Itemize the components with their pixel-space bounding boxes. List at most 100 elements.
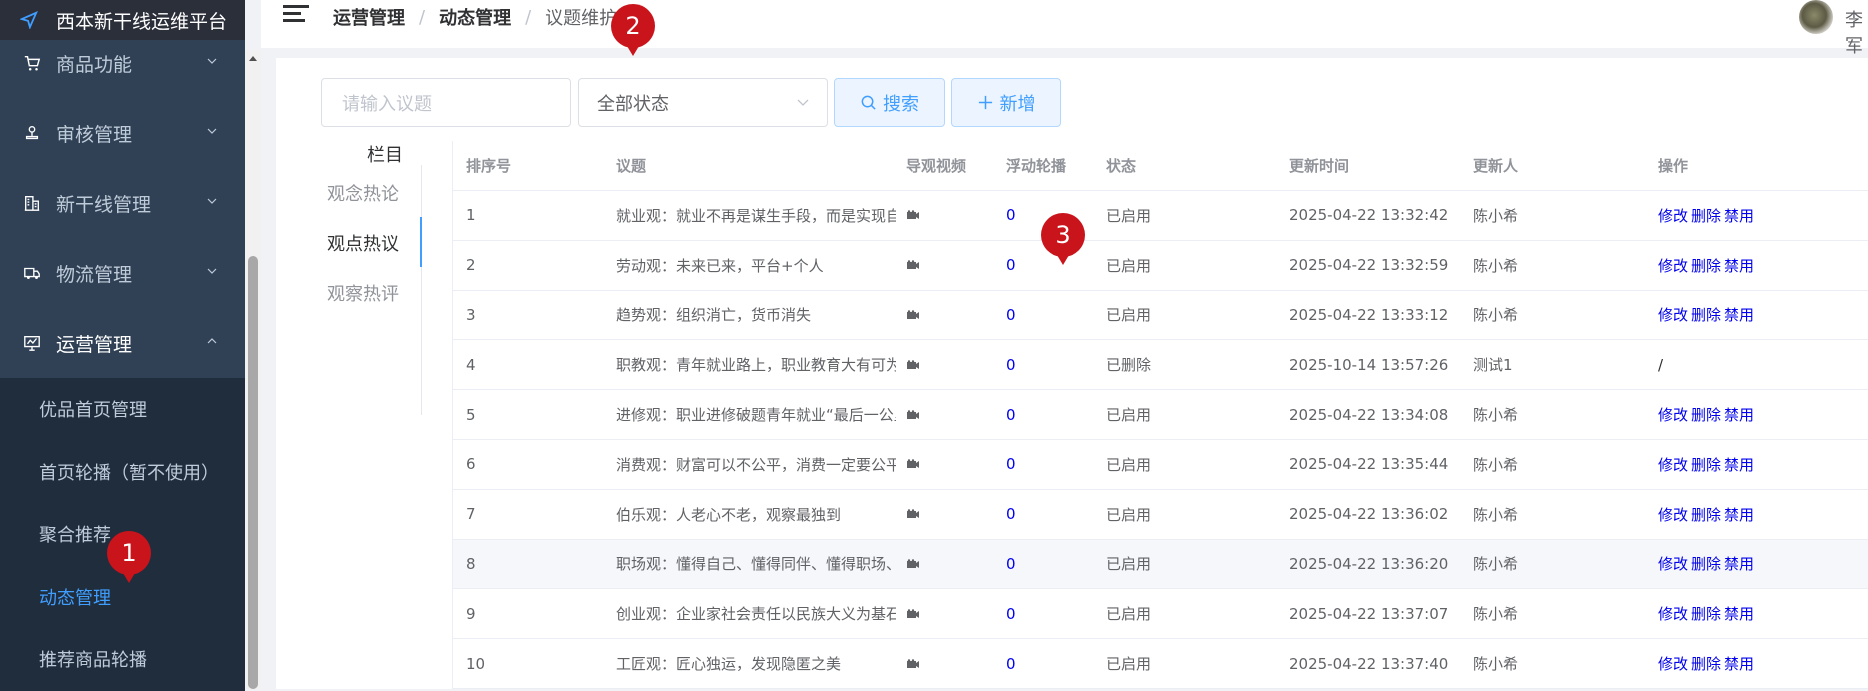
edit-link[interactable]: 修改 bbox=[1658, 605, 1688, 623]
carousel-count-link[interactable]: 0 bbox=[1006, 206, 1016, 224]
scrollbar-thumb[interactable] bbox=[248, 256, 258, 689]
delete-link[interactable]: 删除 bbox=[1691, 555, 1721, 573]
cell-video bbox=[901, 356, 1001, 374]
cell-actions: 修改 删除 禁用 bbox=[1653, 304, 1853, 325]
disable-link[interactable]: 禁用 bbox=[1724, 257, 1754, 275]
username[interactable]: 李军 bbox=[1845, 6, 1868, 58]
category-item[interactable]: 观察热评 bbox=[327, 280, 399, 306]
video-icon[interactable] bbox=[906, 505, 920, 519]
cell-carousel: 0 bbox=[1001, 505, 1101, 523]
sidebar-item-xingan[interactable]: 新干线管理 bbox=[0, 168, 245, 238]
video-icon[interactable] bbox=[906, 306, 920, 319]
disable-link[interactable]: 禁用 bbox=[1724, 655, 1754, 673]
video-icon[interactable] bbox=[906, 256, 920, 270]
cell-updater: 陈小希 bbox=[1473, 605, 1519, 624]
disable-link[interactable]: 禁用 bbox=[1724, 605, 1754, 623]
cell-title: 创业观：企业家社会责任以民族大义为基石 bbox=[616, 605, 896, 624]
cell-sort-no: 5 bbox=[466, 405, 476, 424]
carousel-count-link[interactable]: 0 bbox=[1006, 406, 1016, 424]
cell-update-time: 2025-04-22 13:33:12 bbox=[1289, 305, 1449, 324]
disable-link[interactable]: 禁用 bbox=[1724, 555, 1754, 573]
cell-updater: 陈小希 bbox=[1473, 455, 1519, 474]
edit-link[interactable]: 修改 bbox=[1658, 655, 1688, 673]
cell-update-time: 2025-04-22 13:35:44 bbox=[1289, 455, 1449, 474]
sidebar-scrollbar[interactable] bbox=[245, 50, 261, 689]
table-row: 10 工匠观：匠心独运，发现隐匿之美 0 已启用 2025-04-22 13:37:40… bbox=[453, 639, 1868, 689]
delete-link[interactable]: 删除 bbox=[1691, 605, 1721, 623]
carousel-count-link[interactable]: 0 bbox=[1006, 605, 1016, 623]
edit-link[interactable]: 修改 bbox=[1658, 257, 1688, 275]
video-icon[interactable] bbox=[906, 206, 920, 220]
cell-actions: 修改 删除 禁用 bbox=[1653, 504, 1853, 525]
cell-carousel: 0 bbox=[1001, 406, 1101, 424]
scroll-up-arrow-icon[interactable] bbox=[249, 56, 257, 61]
cell-sort-no: 8 bbox=[466, 554, 476, 573]
hamburger-icon[interactable] bbox=[283, 5, 309, 29]
cell-updater: 陈小希 bbox=[1473, 256, 1519, 275]
edit-link[interactable]: 修改 bbox=[1658, 555, 1688, 573]
edit-link[interactable]: 修改 bbox=[1658, 406, 1688, 424]
cell-status: 已启用 bbox=[1106, 455, 1152, 474]
sidebar-item-review[interactable]: 审核管理 bbox=[0, 98, 245, 168]
carousel-count-link[interactable]: 0 bbox=[1006, 455, 1016, 473]
status-select[interactable]: 全部状态 bbox=[578, 78, 828, 127]
video-icon[interactable] bbox=[906, 655, 920, 668]
carousel-count-link[interactable]: 0 bbox=[1006, 505, 1016, 523]
video-icon[interactable] bbox=[906, 455, 920, 469]
disable-link[interactable]: 禁用 bbox=[1724, 406, 1754, 424]
breadcrumb-item[interactable]: 运营管理 bbox=[333, 4, 405, 30]
edit-link[interactable]: 修改 bbox=[1658, 306, 1688, 324]
cell-carousel: 0 bbox=[1001, 356, 1101, 374]
sidebar-subitem-home-goods[interactable]: 优品首页管理 bbox=[0, 378, 245, 441]
avatar[interactable] bbox=[1799, 0, 1833, 34]
cell-title: 消费观：财富可以不公平，消费一定要公平 bbox=[616, 455, 896, 474]
carousel-count-link[interactable]: 0 bbox=[1006, 555, 1016, 573]
carousel-count-link[interactable]: 0 bbox=[1006, 256, 1016, 274]
disable-link[interactable]: 禁用 bbox=[1724, 506, 1754, 524]
cell-status: 已启用 bbox=[1106, 505, 1152, 524]
disable-link[interactable]: 禁用 bbox=[1724, 306, 1754, 324]
table-row: 6 消费观：财富可以不公平，消费一定要公平 0 已启用 2025-04-22 13:35… bbox=[453, 440, 1868, 490]
carousel-count-link[interactable]: 0 bbox=[1006, 306, 1016, 324]
edit-link[interactable]: 修改 bbox=[1658, 207, 1688, 225]
disable-link[interactable]: 禁用 bbox=[1724, 456, 1754, 474]
chevron-up-icon bbox=[207, 338, 217, 344]
cell-carousel: 0 bbox=[1001, 605, 1101, 623]
cell-video bbox=[901, 455, 1001, 473]
cell-actions: 修改 删除 禁用 bbox=[1653, 205, 1853, 226]
sidebar-subitem-home-carousel[interactable]: 首页轮播（暂不使用） bbox=[0, 441, 245, 504]
search-input[interactable]: 请输入议题 bbox=[321, 78, 571, 127]
table-row: 3 趋势观：组织消亡，货币消失 0 已启用 2025-04-22 13:33:12 陈小希… bbox=[453, 291, 1868, 341]
video-icon[interactable] bbox=[906, 555, 920, 568]
category-item-active[interactable]: 观点热议 bbox=[327, 230, 399, 256]
carousel-count-link[interactable]: 0 bbox=[1006, 356, 1016, 374]
sidebar-item-operations[interactable]: 运营管理 bbox=[0, 308, 245, 378]
delete-link[interactable]: 删除 bbox=[1691, 655, 1721, 673]
edit-link[interactable]: 修改 bbox=[1658, 456, 1688, 474]
cell-video bbox=[901, 256, 1001, 274]
video-icon[interactable] bbox=[906, 605, 920, 618]
video-icon[interactable] bbox=[906, 356, 920, 369]
delete-link[interactable]: 删除 bbox=[1691, 406, 1721, 424]
breadcrumb-item[interactable]: 动态管理 bbox=[439, 4, 511, 30]
disable-link[interactable]: 禁用 bbox=[1724, 207, 1754, 225]
category-item[interactable]: 观念热论 bbox=[327, 180, 399, 206]
category-heading: 栏目 bbox=[367, 145, 403, 166]
sidebar-item-logistics[interactable]: 物流管理 bbox=[0, 238, 245, 308]
cell-title: 趋势观：组织消亡，货币消失 bbox=[616, 306, 812, 325]
table-row: 2 劳动观：未来已来，平台+个人 0 已启用 2025-04-22 13:32:59 陈小… bbox=[453, 241, 1868, 291]
delete-link[interactable]: 删除 bbox=[1691, 207, 1721, 225]
edit-link[interactable]: 修改 bbox=[1658, 506, 1688, 524]
cell-title-wrap: 劳动观：未来已来，平台+个人 bbox=[611, 255, 901, 276]
search-button[interactable]: 搜索 bbox=[834, 78, 945, 127]
category-active-indicator bbox=[420, 217, 422, 267]
sidebar-subitem-goods-carousel[interactable]: 推荐商品轮播 bbox=[0, 628, 245, 691]
add-button[interactable]: 新增 bbox=[951, 78, 1061, 127]
delete-link[interactable]: 删除 bbox=[1691, 506, 1721, 524]
delete-link[interactable]: 删除 bbox=[1691, 306, 1721, 324]
delete-link[interactable]: 删除 bbox=[1691, 456, 1721, 474]
carousel-count-link[interactable]: 0 bbox=[1006, 655, 1016, 673]
video-icon[interactable] bbox=[906, 406, 920, 419]
delete-link[interactable]: 删除 bbox=[1691, 257, 1721, 275]
cell-title-wrap: 进修观：职业进修破题青年就业“最后一公里” bbox=[611, 404, 901, 425]
